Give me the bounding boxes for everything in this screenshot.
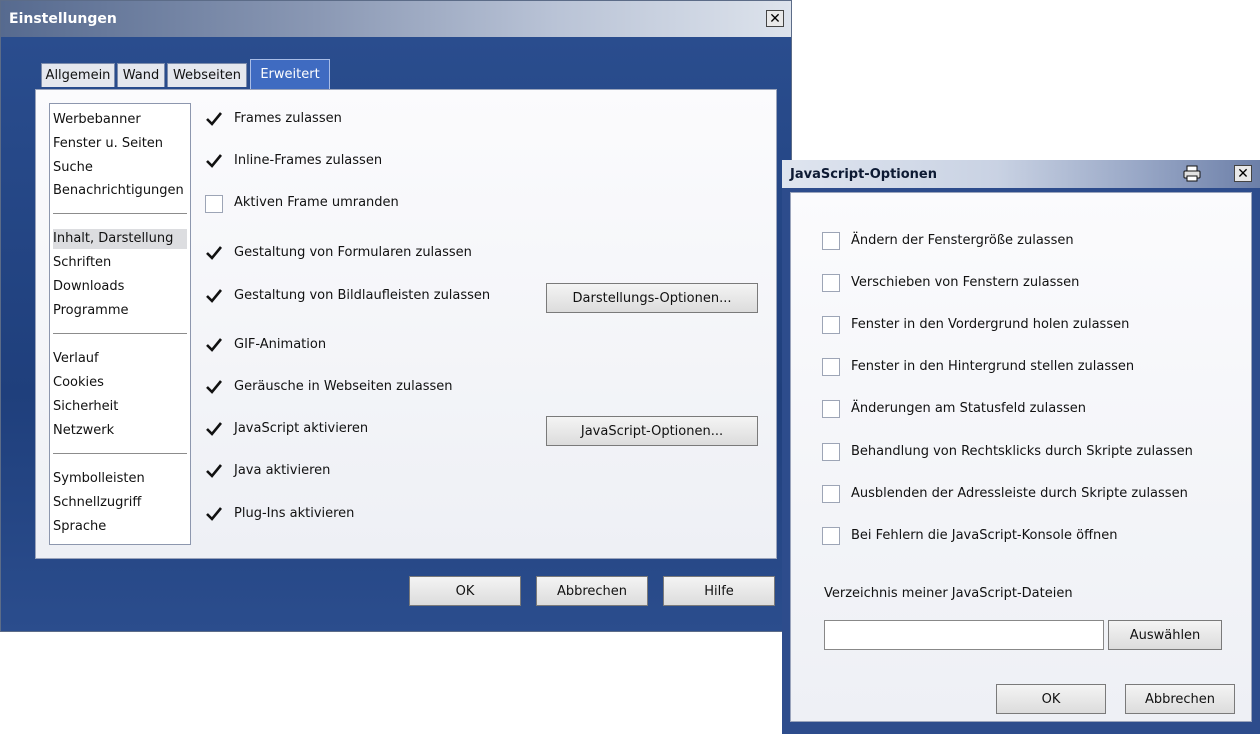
option-label: Plug-Ins aktivieren [234, 506, 355, 521]
nav-item-benachrichtigungen[interactable]: Benachrichtigungen [53, 181, 184, 201]
settings-window-title: Einstellungen [9, 11, 117, 27]
tab-allgemein[interactable]: Allgemein [41, 63, 115, 87]
raise-window-checkbox[interactable] [822, 316, 840, 334]
tab-webseiten[interactable]: Webseiten [167, 63, 247, 87]
js-ok-button[interactable]: OK [996, 684, 1106, 714]
checkmark-icon [206, 338, 223, 352]
scrollbar-styling-checkbox[interactable] [205, 287, 223, 305]
close-icon[interactable]: ✕ [1234, 165, 1252, 182]
checkmark-icon [206, 464, 223, 478]
gif-animation-checkbox[interactable] [205, 336, 223, 354]
open-console-checkbox[interactable] [822, 527, 840, 545]
nav-item-programme[interactable]: Programme [53, 301, 129, 321]
inline-frames-checkbox[interactable] [205, 152, 223, 170]
javascript-options-window: JavaScript-Optionen ✕ Ändern der Fenster… [782, 160, 1260, 734]
nav-item-symbolleisten[interactable]: Symbolleisten [53, 469, 145, 489]
tab-erweitert[interactable]: Erweitert [250, 59, 330, 89]
web-sounds-checkbox[interactable] [205, 378, 223, 396]
checkmark-icon [206, 112, 223, 126]
option-label: Ausblenden der Adressleiste durch Skript… [851, 486, 1188, 501]
lower-window-checkbox[interactable] [822, 358, 840, 376]
checkmark-icon [206, 422, 223, 436]
choose-folder-button[interactable]: Auswählen [1108, 620, 1222, 650]
nav-item-verlauf[interactable]: Verlauf [53, 349, 99, 369]
nav-divider [53, 333, 187, 334]
nav-item-werbebanner[interactable]: Werbebanner [53, 110, 141, 130]
nav-divider [53, 453, 187, 454]
javascript-options-button[interactable]: JavaScript-Optionen... [546, 416, 758, 446]
nav-item-netzwerk[interactable]: Netzwerk [53, 421, 114, 441]
option-label: Gestaltung von Formularen zulassen [234, 245, 472, 260]
help-button[interactable]: Hilfe [663, 576, 775, 606]
checkmark-icon [206, 507, 223, 521]
frames-checkbox[interactable] [205, 110, 223, 128]
checkmark-icon [206, 289, 223, 303]
settings-window: Einstellungen ✕ Allgemein Wand Webseiten… [0, 0, 792, 632]
nav-item-inhalt-darstellung[interactable]: Inhalt, Darstellung [53, 229, 187, 249]
option-label: Änderungen am Statusfeld zulassen [851, 401, 1087, 416]
option-label: Fenster in den Vordergrund holen zulasse… [851, 317, 1130, 332]
option-label: Verschieben von Fenstern zulassen [851, 275, 1080, 290]
option-label: Inline-Frames zulassen [234, 153, 383, 168]
hide-addressbar-checkbox[interactable] [822, 485, 840, 503]
nav-item-sicherheit[interactable]: Sicherheit [53, 397, 118, 417]
close-icon[interactable]: ✕ [766, 10, 784, 27]
javascript-options-title: JavaScript-Optionen [790, 167, 937, 182]
js-folder-input[interactable] [824, 620, 1104, 650]
java-checkbox[interactable] [205, 462, 223, 480]
option-label: Java aktivieren [234, 463, 331, 478]
right-click-checkbox[interactable] [822, 443, 840, 461]
plugins-checkbox[interactable] [205, 505, 223, 523]
nav-item-fenster-seiten[interactable]: Fenster u. Seiten [53, 134, 163, 154]
option-label: GIF-Animation [234, 337, 327, 352]
form-styling-checkbox[interactable] [205, 244, 223, 262]
nav-item-sprache[interactable]: Sprache [53, 517, 106, 537]
checkmark-icon [206, 246, 223, 260]
checkmark-icon [206, 380, 223, 394]
nav-item-schriften[interactable]: Schriften [53, 253, 111, 273]
option-label: Fenster in den Hintergrund stellen zulas… [851, 359, 1135, 374]
javascript-checkbox[interactable] [205, 420, 223, 438]
option-label: Ändern der Fenstergröße zulassen [851, 233, 1074, 248]
option-label: JavaScript aktivieren [234, 421, 369, 436]
ok-button[interactable]: OK [409, 576, 521, 606]
option-label: Gestaltung von Bildlaufleisten zulassen [234, 288, 491, 303]
settings-titlebar[interactable] [1, 1, 791, 37]
option-label: Aktiven Frame umranden [234, 195, 399, 210]
display-options-button[interactable]: Darstellungs-Optionen... [546, 283, 758, 313]
nav-item-suche[interactable]: Suche [53, 158, 93, 178]
js-folder-label: Verzeichnis meiner JavaScript-Dateien [824, 586, 1073, 601]
printer-icon[interactable] [1183, 165, 1201, 182]
active-frame-border-checkbox[interactable] [205, 195, 223, 213]
resize-window-checkbox[interactable] [822, 232, 840, 250]
statusbar-change-checkbox[interactable] [822, 400, 840, 418]
option-label: Behandlung von Rechtsklicks durch Skript… [851, 444, 1193, 459]
move-window-checkbox[interactable] [822, 274, 840, 292]
nav-divider [53, 213, 187, 214]
checkmark-icon [206, 154, 223, 168]
tab-wand[interactable]: Wand [117, 63, 165, 87]
nav-item-cookies[interactable]: Cookies [53, 373, 104, 393]
option-label: Geräusche in Webseiten zulassen [234, 379, 453, 394]
js-cancel-button[interactable]: Abbrechen [1125, 684, 1235, 714]
cancel-button[interactable]: Abbrechen [536, 576, 648, 606]
option-label: Bei Fehlern die JavaScript-Konsole öffne… [851, 528, 1118, 543]
option-label: Frames zulassen [234, 111, 342, 126]
nav-item-schnellzugriff[interactable]: Schnellzugriff [53, 493, 141, 513]
nav-item-downloads[interactable]: Downloads [53, 277, 124, 297]
